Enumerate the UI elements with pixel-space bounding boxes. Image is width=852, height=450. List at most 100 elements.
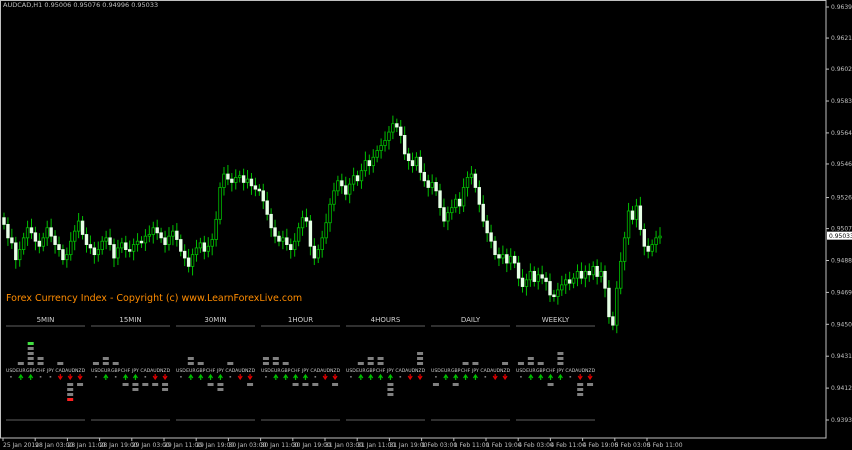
symbol-quote-line: AUDCAD,H1 0.95006 0.95076 0.94996 0.9503… bbox=[3, 1, 158, 9]
currency-label: EUR bbox=[16, 368, 26, 374]
currency-label: GBP bbox=[111, 368, 121, 374]
candle-body bbox=[430, 182, 434, 188]
strength-bar bbox=[282, 362, 289, 365]
candle-body bbox=[25, 227, 30, 239]
candle-body bbox=[116, 247, 120, 259]
indicator-title: Forex Currency Index - Copyright (c) www… bbox=[6, 293, 303, 304]
candle-body bbox=[626, 210, 631, 239]
price-axis-label: 0.95645 bbox=[831, 130, 852, 137]
candle-body bbox=[438, 190, 442, 209]
candle-body bbox=[76, 220, 81, 232]
candle-body bbox=[489, 232, 493, 242]
neutral-dot bbox=[399, 376, 402, 378]
candle-body bbox=[128, 249, 132, 252]
candle-body bbox=[249, 178, 254, 187]
currency-label: NZD bbox=[500, 368, 511, 374]
ohlc-quote: 0.95006 0.95076 0.94996 0.95033 bbox=[44, 1, 159, 9]
strength-bar bbox=[207, 383, 214, 386]
candle-body bbox=[324, 222, 328, 239]
candle-body bbox=[61, 249, 65, 261]
candle-body bbox=[257, 188, 262, 192]
strength-bar bbox=[387, 388, 394, 391]
candle-body bbox=[583, 271, 588, 279]
candle-body bbox=[520, 277, 525, 287]
time-axis-label: 1 Feb 11:00 bbox=[454, 442, 490, 449]
candle-body bbox=[202, 242, 207, 252]
candle-body bbox=[619, 260, 623, 289]
price-axis-label: 0.94695 bbox=[831, 289, 852, 296]
candle-body bbox=[363, 160, 368, 172]
candle-body bbox=[615, 287, 619, 326]
current-price-label: 0.95033 bbox=[829, 233, 852, 240]
candle-body bbox=[108, 237, 112, 245]
time-axis-label: 1 Feb 03:00 bbox=[422, 442, 458, 449]
candle-body bbox=[18, 249, 22, 261]
candle-body bbox=[120, 242, 124, 249]
neutral-dot bbox=[484, 376, 487, 378]
candle-body bbox=[80, 220, 85, 235]
candle-body bbox=[351, 175, 356, 185]
candle-body bbox=[548, 281, 552, 296]
candle-body bbox=[304, 217, 309, 222]
candle-body bbox=[536, 274, 540, 282]
candle-body bbox=[630, 210, 635, 220]
strength-bar bbox=[132, 388, 139, 391]
time-axis-label: 1 Feb 19:00 bbox=[486, 442, 522, 449]
strength-bar bbox=[162, 383, 169, 386]
candle-body bbox=[611, 316, 615, 326]
strength-bar bbox=[557, 357, 564, 360]
candle-body bbox=[131, 244, 136, 252]
candle-body bbox=[14, 242, 18, 261]
candle-body bbox=[151, 227, 155, 235]
candle-body bbox=[399, 126, 403, 136]
price-axis-label: 0.94885 bbox=[831, 258, 852, 265]
candle-body bbox=[422, 171, 427, 182]
currency-label: CAD bbox=[565, 368, 575, 374]
strength-bar bbox=[417, 357, 424, 360]
strength-bar bbox=[357, 362, 364, 365]
currency-label: EUR bbox=[526, 368, 536, 374]
candle-body bbox=[454, 198, 458, 209]
candle-body bbox=[198, 242, 203, 249]
strength-bar bbox=[122, 383, 129, 386]
candle-body bbox=[139, 240, 144, 244]
currency-label: CHF bbox=[376, 368, 386, 374]
candle-body bbox=[171, 230, 175, 237]
candle-body bbox=[104, 237, 108, 242]
candle-body bbox=[167, 235, 171, 245]
candle-body bbox=[406, 153, 411, 162]
candle-body bbox=[53, 235, 57, 245]
candle-body bbox=[371, 156, 375, 167]
candle-body bbox=[450, 207, 454, 214]
timeframe-label: WEEKLY bbox=[542, 316, 570, 324]
candle-body bbox=[147, 234, 152, 237]
candle-body bbox=[296, 227, 301, 242]
strength-bar bbox=[557, 362, 564, 365]
currency-label: CAD bbox=[395, 368, 405, 374]
strength-bar bbox=[37, 357, 44, 360]
candle-body bbox=[579, 271, 584, 279]
candle-body bbox=[320, 237, 324, 250]
candle-body bbox=[497, 254, 501, 259]
currency-label: GBP bbox=[451, 368, 461, 374]
currency-label: CAD bbox=[480, 368, 490, 374]
candle-body bbox=[237, 175, 242, 178]
price-axis-label: 0.96210 bbox=[831, 35, 852, 42]
currency-label: USD bbox=[346, 368, 356, 374]
candle-body bbox=[540, 274, 544, 279]
strength-bar bbox=[302, 383, 309, 386]
currency-label: CHF bbox=[206, 368, 216, 374]
candle-body bbox=[245, 178, 250, 183]
strength-bar bbox=[417, 352, 424, 355]
currency-label: USD bbox=[176, 368, 186, 374]
timeframe-label: 4HOURS bbox=[371, 316, 401, 324]
strength-bar bbox=[102, 357, 109, 360]
candle-body bbox=[261, 190, 265, 202]
candle-body bbox=[265, 200, 269, 215]
candle-body bbox=[469, 173, 474, 178]
candle-body bbox=[277, 235, 281, 242]
strength-bar bbox=[67, 383, 74, 386]
candle-body bbox=[45, 227, 49, 239]
price-chart[interactable]: 0.96395 0.96210 0.96025 0.95835 0.95645 0.954… bbox=[0, 0, 852, 450]
strength-bar bbox=[102, 362, 109, 365]
